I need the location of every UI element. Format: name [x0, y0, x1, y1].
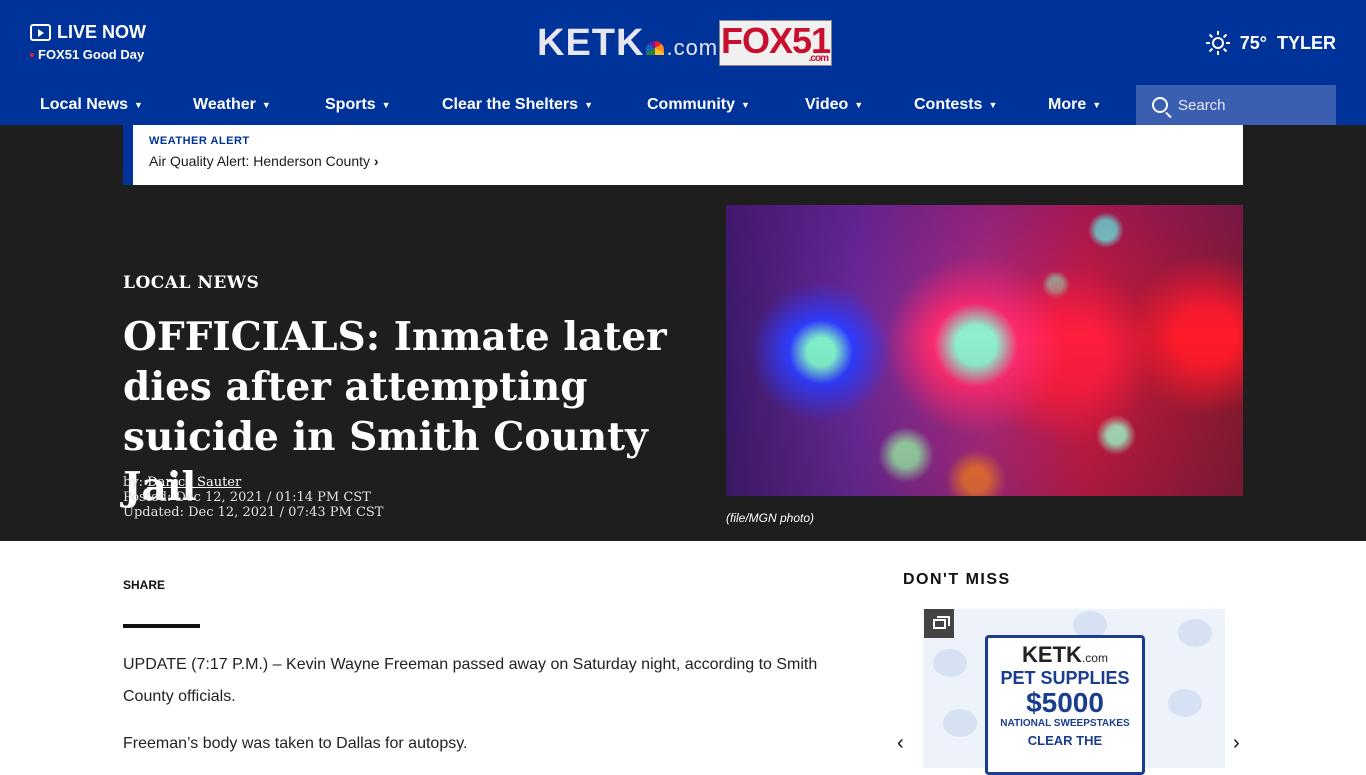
fox51-logo-com: .com: [808, 53, 829, 64]
promo-brand-com: .com: [1081, 651, 1108, 665]
nav-item-local-news[interactable]: Local News ▼: [40, 85, 143, 125]
nav-label: Local News: [40, 96, 129, 113]
nav-label: More: [1048, 96, 1087, 113]
live-show-name: FOX51 Good Day: [38, 47, 145, 62]
nav-label: Community: [647, 96, 735, 113]
sun-icon: [1205, 31, 1230, 55]
ketk-logo-com: .com: [666, 35, 719, 60]
promo-brand: KETK.com: [988, 642, 1142, 668]
promo-amount: $5000: [1026, 687, 1104, 718]
nav-label: Contests: [914, 96, 983, 113]
caret-down-icon: ▼: [988, 100, 998, 110]
posted-date: Posted: Dec 12, 2021 / 01:14 PM CST: [123, 490, 371, 505]
promo-line3: CLEAR THE: [1027, 733, 1103, 748]
search-input[interactable]: Search: [1136, 85, 1336, 125]
weather-widget[interactable]: 75° TYLER: [1205, 31, 1336, 55]
caret-down-icon: ▼: [854, 100, 864, 110]
chevron-right-icon: ›: [373, 153, 379, 169]
article-photo: [726, 205, 1243, 496]
nav-item-community[interactable]: Community ▼: [647, 85, 750, 125]
carousel-next-button[interactable]: ›: [1233, 732, 1240, 755]
paw-decoration: [1178, 619, 1212, 647]
live-now-link[interactable]: LIVE NOW FOX51 Good Day: [30, 22, 146, 62]
paw-decoration: [943, 709, 977, 737]
search-placeholder: Search: [1178, 96, 1226, 114]
byline-prefix: by:: [123, 475, 144, 490]
ketk-logo[interactable]: KETK .com: [537, 22, 718, 65]
nav-item-more[interactable]: More ▼: [1048, 85, 1101, 125]
weather-city: TYLER: [1276, 32, 1336, 53]
article-byline: by: Danica Sauter Posted: Dec 12, 2021 /…: [123, 475, 383, 520]
site-header: LIVE NOW FOX51 Good Day KETK .com FOX51 …: [0, 0, 1366, 85]
nav-item-contests[interactable]: Contests ▼: [914, 85, 997, 125]
fox51-logo[interactable]: FOX51 .com: [719, 20, 832, 66]
pet-supplies-promo[interactable]: KETK.com PET SUPPLIES $5000 NATIONAL SWE…: [985, 635, 1145, 775]
updated-date: Updated: Dec 12, 2021 / 07:43 PM CST: [123, 505, 384, 520]
gallery-icon: [924, 609, 954, 638]
temperature: 75°: [1239, 32, 1267, 53]
caret-down-icon: ▼: [1092, 100, 1102, 110]
nav-label: Clear the Shelters: [442, 96, 579, 113]
share-divider: [123, 624, 200, 628]
promo-brand-text: KETK: [1022, 642, 1082, 667]
photo-caption: (file/MGN photo): [726, 511, 815, 525]
share-label: SHARE: [123, 578, 166, 592]
nav-item-sports[interactable]: Sports ▼: [325, 85, 391, 125]
live-tv-icon: [30, 24, 51, 41]
paw-decoration: [933, 649, 967, 677]
caret-down-icon: ▼: [584, 100, 593, 110]
live-dot-icon: [30, 52, 34, 57]
nav-item-clear-the-shelters[interactable]: Clear the Shelters ▼: [442, 85, 593, 125]
nav-label: Sports: [325, 96, 376, 113]
weather-alert-label: WEATHER ALERT: [149, 135, 250, 147]
caret-down-icon: ▼: [741, 100, 750, 110]
dont-miss-heading: DON'T MISS: [903, 571, 1011, 588]
nav-item-weather[interactable]: Weather ▼: [193, 85, 271, 125]
weather-alert-banner[interactable]: WEATHER ALERT Air Quality Alert: Henders…: [123, 125, 1243, 185]
main-nav: Local News ▼ Weather ▼ Sports ▼ Clear the S…: [0, 85, 1366, 125]
caret-down-icon: ▼: [134, 100, 143, 110]
weather-alert-text: Air Quality Alert: Henderson County: [149, 153, 370, 169]
carousel-prev-button[interactable]: ‹: [897, 732, 904, 755]
paw-decoration: [1168, 689, 1202, 717]
promo-line1: PET SUPPLIES: [1000, 668, 1130, 688]
ketk-logo-text: KETK: [537, 22, 645, 64]
nav-label: Weather: [193, 96, 256, 113]
nav-item-video[interactable]: Video ▼: [805, 85, 863, 125]
author-link[interactable]: Danica Sauter: [147, 475, 241, 490]
article-section[interactable]: LOCAL NEWS: [123, 273, 259, 293]
live-now-label: LIVE NOW: [57, 22, 146, 42]
nav-label: Video: [805, 96, 849, 113]
caret-down-icon: ▼: [381, 100, 391, 110]
promo-line2: NATIONAL SWEEPSTAKES: [1000, 718, 1130, 729]
search-icon: [1152, 97, 1168, 113]
weather-alert-link[interactable]: Air Quality Alert: Henderson County ›: [149, 153, 1227, 169]
article-paragraph: UPDATE (7:17 P.M.) – Kevin Wayne Freeman…: [123, 656, 818, 705]
caret-down-icon: ▼: [261, 100, 271, 110]
nbc-peacock-icon: [646, 41, 665, 55]
article-paragraph: Freeman’s body was taken to Dallas for a…: [123, 735, 468, 752]
